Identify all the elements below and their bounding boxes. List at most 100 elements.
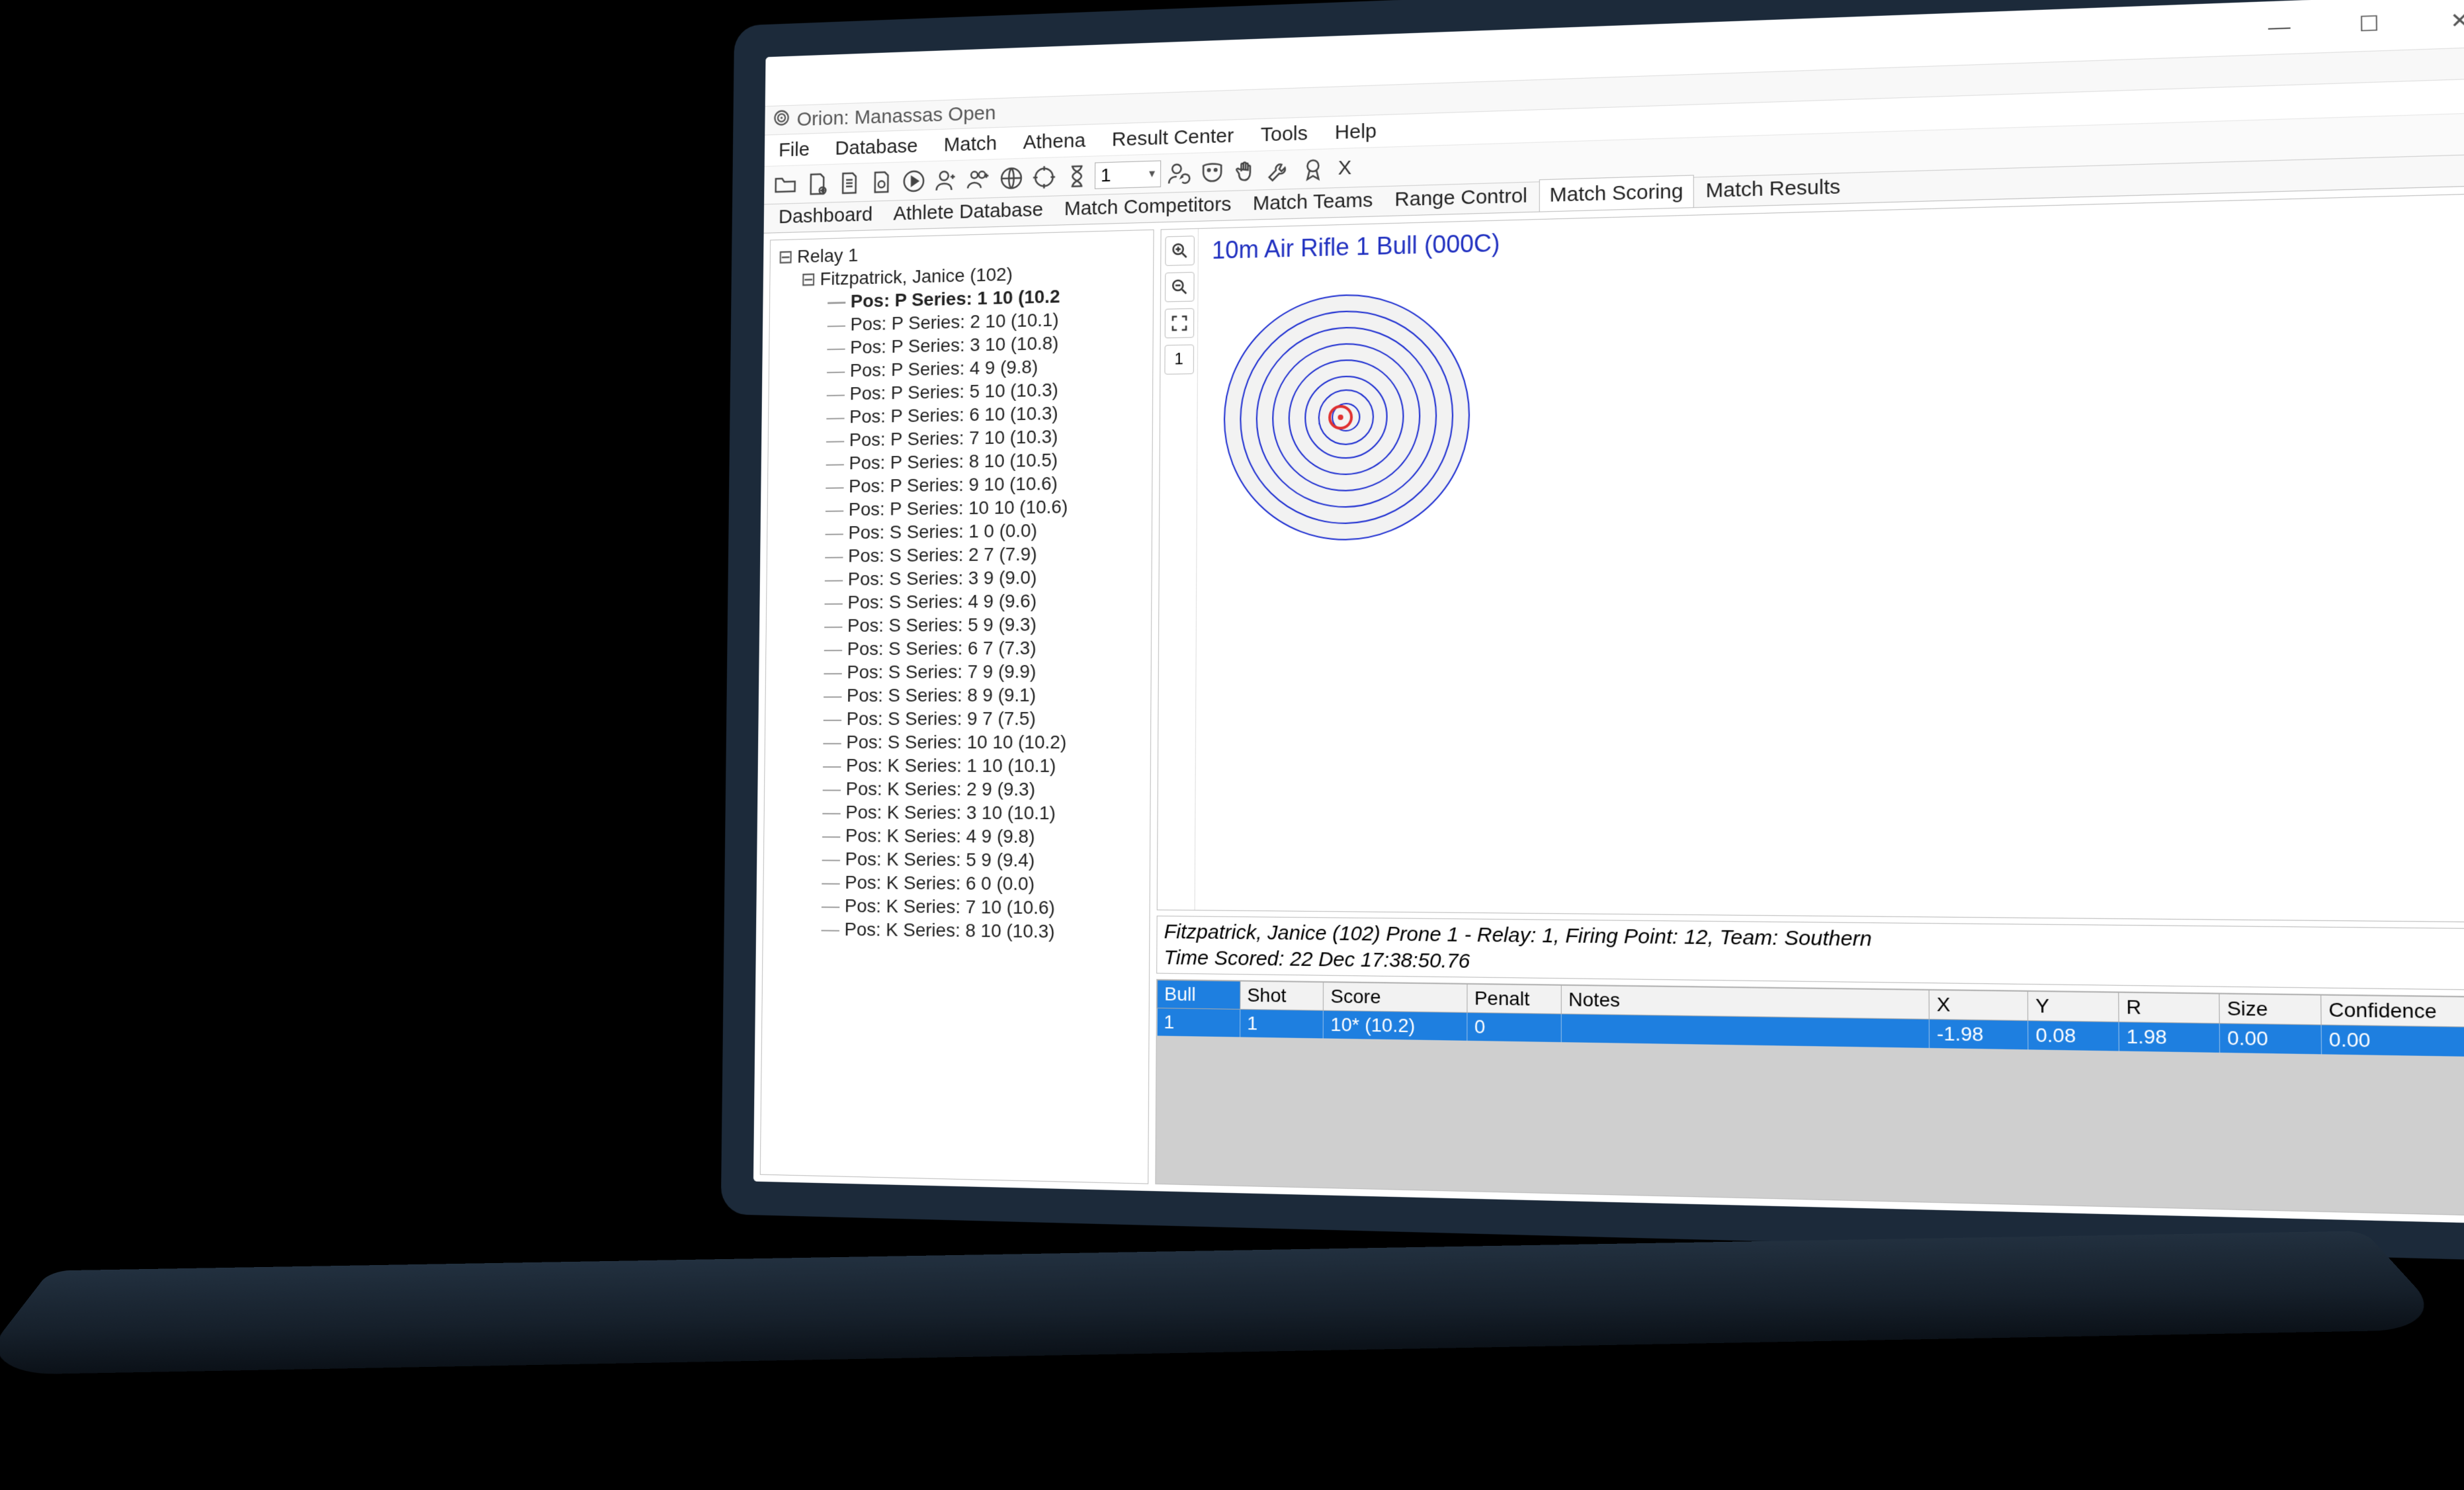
grid-cell: 0 [1467, 1012, 1561, 1042]
tree-shot-item[interactable]: Pos: K Series: 1 10 (10.1) [846, 755, 1056, 776]
tree-shot-item[interactable]: Pos: S Series: 2 7 (7.9) [848, 543, 1037, 566]
tree-shot-item[interactable]: Pos: K Series: 2 9 (9.3) [846, 778, 1036, 799]
grid-cell [1561, 1014, 1930, 1048]
zoom-in-button[interactable] [1165, 236, 1195, 266]
toolbar-x-label: X [1338, 156, 1352, 179]
crosshair-icon[interactable] [1029, 161, 1059, 193]
globe-icon[interactable] [996, 162, 1027, 193]
grid-cell: 0.08 [2028, 1021, 2119, 1051]
tree-shot-item[interactable]: Pos: K Series: 3 10 (10.1) [845, 802, 1056, 824]
tree-shot-item[interactable]: Pos: S Series: 8 9 (9.1) [847, 685, 1036, 706]
user-add-icon[interactable] [931, 164, 962, 195]
target-icon [773, 108, 790, 132]
tree-shot-item[interactable]: Pos: S Series: 6 7 (7.3) [847, 637, 1037, 659]
tree-shot-item[interactable]: Pos: P Series: 8 10 (10.5) [849, 449, 1058, 473]
shot-grid[interactable]: BullShotScorePenaltNotesXYRSizeConfidenc… [1155, 979, 2464, 1217]
tree-shot-item[interactable]: Pos: P Series: 1 10 (10.2 [851, 286, 1060, 312]
target-pane: 1 10m Air Rifle 1 Bull (000C) [1157, 193, 2464, 923]
mask-icon[interactable] [1197, 156, 1228, 188]
grid-header-penalt[interactable]: Penalt [1467, 984, 1561, 1014]
users-add-icon[interactable] [964, 163, 994, 195]
target-graphic [1211, 279, 1483, 554]
tree-shot-item[interactable]: Pos: S Series: 5 9 (9.3) [847, 614, 1037, 636]
grid-header-y[interactable]: Y [2027, 991, 2118, 1022]
target-view[interactable]: 10m Air Rifle 1 Bull (000C) [1195, 194, 2464, 922]
tree-shot-item[interactable]: Pos: P Series: 5 10 (10.3) [849, 379, 1058, 404]
tab-range-control[interactable]: Range Control [1384, 179, 1538, 216]
grid-header-r[interactable]: R [2118, 992, 2219, 1024]
wrench-icon[interactable] [1264, 154, 1295, 186]
relay-combo[interactable]: 1 ▾ [1095, 160, 1161, 189]
tab-match-scoring[interactable]: Match Scoring [1539, 175, 1694, 211]
info-bar: Fitzpatrick, Janice (102) Prone 1 - Rela… [1156, 916, 2464, 990]
tree-shot-item[interactable]: Pos: S Series: 1 0 (0.0) [848, 520, 1037, 543]
grid-cell: 1 [1240, 1009, 1323, 1038]
new-file-icon[interactable] [802, 168, 832, 199]
play-icon[interactable] [899, 165, 929, 197]
grid-cell: 1 [1157, 1008, 1240, 1037]
target-toolbar: 1 [1158, 229, 1199, 910]
menu-tools[interactable]: Tools [1255, 119, 1314, 149]
zoom-out-button[interactable] [1165, 272, 1195, 302]
tree-shot-item[interactable]: Pos: S Series: 4 9 (9.6) [847, 590, 1037, 612]
tree-root-label[interactable]: Relay 1 [797, 245, 858, 267]
document-icon[interactable] [834, 167, 864, 198]
target-page-label: 1 [1174, 350, 1183, 369]
tab-match-results[interactable]: Match Results [1695, 170, 1851, 207]
close-button[interactable]: ✕ [2414, 0, 2464, 50]
tree-shot-item[interactable]: Pos: K Series: 8 10 (10.3) [844, 919, 1054, 942]
open-folder-icon[interactable] [771, 169, 800, 200]
grid-header-bull[interactable]: Bull [1157, 980, 1240, 1009]
grid-cell: 1.98 [2119, 1022, 2220, 1053]
grid-cell: 10* (10.2) [1324, 1010, 1467, 1041]
tree-shot-item[interactable]: Pos: S Series: 3 9 (9.0) [848, 567, 1037, 590]
grid-header-score[interactable]: Score [1324, 983, 1467, 1013]
tree-shooter-label[interactable]: Fitzpatrick, Janice (102) [820, 264, 1012, 289]
tree-shot-item[interactable]: Pos: K Series: 6 0 (0.0) [845, 872, 1035, 895]
grid-header-confidence[interactable]: Confidence [2320, 995, 2464, 1028]
relay-combo-value: 1 [1101, 164, 1111, 186]
tree-shot-item[interactable]: Pos: P Series: 7 10 (10.3) [849, 426, 1058, 450]
grid-cell: 0.00 [2219, 1024, 2321, 1055]
tree-shot-item[interactable]: Pos: P Series: 4 9 (9.8) [850, 357, 1039, 381]
tree-shot-item[interactable]: Pos: S Series: 10 10 (10.2) [846, 732, 1066, 753]
settings-file-icon[interactable] [867, 166, 896, 197]
tree-shot-item[interactable]: Pos: P Series: 6 10 (10.3) [849, 403, 1058, 427]
minimize-button[interactable]: — [2234, 0, 2324, 56]
chevron-down-icon: ▾ [1149, 167, 1155, 181]
hand-icon[interactable] [1230, 155, 1261, 187]
tree-shot-item[interactable]: Pos: P Series: 9 10 (10.6) [849, 473, 1058, 497]
grid-cell: 0.00 [2321, 1025, 2464, 1057]
maximize-button[interactable]: ☐ [2324, 0, 2414, 53]
tree-shot-item[interactable]: Pos: P Series: 2 10 (10.1) [850, 309, 1058, 334]
target-page-button[interactable]: 1 [1164, 345, 1194, 375]
grid-header-size[interactable]: Size [2219, 994, 2321, 1025]
menu-match[interactable]: Match [939, 129, 1002, 159]
menu-athena[interactable]: Athena [1018, 126, 1091, 157]
tree-shot-item[interactable]: Pos: P Series: 3 10 (10.8) [850, 333, 1058, 358]
tab-match-competitors[interactable]: Match Competitors [1054, 188, 1242, 224]
grid-header-x[interactable]: X [1929, 990, 2027, 1020]
tree-shot-item[interactable]: Pos: S Series: 7 9 (9.9) [847, 661, 1036, 682]
tree-shot-item[interactable]: Pos: K Series: 4 9 (9.8) [845, 825, 1035, 847]
tree-shot-item[interactable]: Pos: K Series: 7 10 (10.6) [845, 895, 1055, 918]
hourglass-icon[interactable] [1062, 160, 1092, 192]
menu-database[interactable]: Database [830, 132, 923, 162]
tab-dashboard[interactable]: Dashboard [769, 198, 882, 232]
app-title-text: Orion: Manassas Open [796, 102, 996, 131]
user-refresh-icon[interactable] [1164, 157, 1195, 189]
fullscreen-button[interactable] [1164, 308, 1194, 339]
tree-shot-item[interactable]: Pos: S Series: 9 7 (7.5) [847, 708, 1036, 729]
grid-cell: -1.98 [1929, 1019, 2027, 1049]
shot-tree[interactable]: ⊟ Relay 1⊟ Fitzpatrick, Janice (102)— Po… [760, 230, 1154, 1184]
tab-athlete-database[interactable]: Athlete Database [884, 194, 1053, 230]
badge-icon[interactable] [1297, 153, 1328, 185]
menu-help[interactable]: Help [1330, 117, 1382, 147]
tree-shot-item[interactable]: Pos: P Series: 10 10 (10.6) [849, 496, 1068, 519]
laptop-keyboard [0, 1231, 2454, 1376]
grid-header-shot[interactable]: Shot [1240, 981, 1324, 1010]
tree-shot-item[interactable]: Pos: K Series: 5 9 (9.4) [845, 848, 1035, 870]
tab-match-teams[interactable]: Match Teams [1243, 184, 1383, 220]
menu-file[interactable]: File [773, 136, 815, 165]
menu-result-center[interactable]: Result Center [1107, 122, 1240, 154]
